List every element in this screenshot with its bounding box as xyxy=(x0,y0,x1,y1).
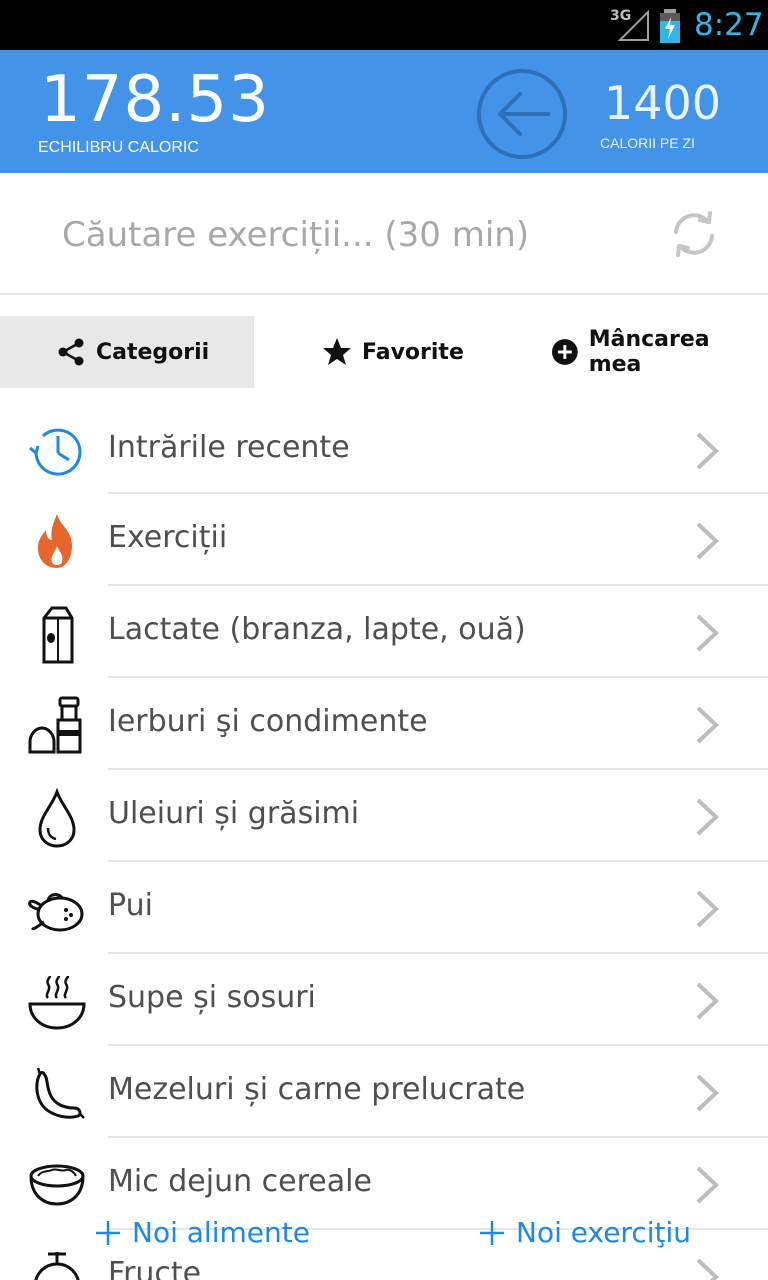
sausage-icon xyxy=(35,1067,85,1119)
bottom-actions: Noi alimente Noi exerciţiu xyxy=(0,1212,768,1262)
arrow-left-circle-icon[interactable] xyxy=(476,68,568,160)
oil-drop-icon xyxy=(38,788,76,848)
list-item-label: Supe și sosuri xyxy=(108,980,316,1015)
calorie-balance-value: 178.53 xyxy=(40,63,270,137)
calorie-balance-label: ECHILIBRU CALORIC xyxy=(38,139,199,156)
tab-favorites-label: Favorite xyxy=(362,339,464,365)
chevron-right-icon xyxy=(696,432,719,470)
add-food-button[interactable]: Noi alimente xyxy=(94,1216,310,1249)
salt-pepper-icon xyxy=(28,696,82,754)
list-item[interactable]: Mezeluri și carne prelucrate xyxy=(0,1046,768,1138)
list-item-label: Uleiuri și grăsimi xyxy=(108,796,360,831)
list-item-label: Mezeluri și carne prelucrate xyxy=(108,1072,526,1107)
chevron-right-icon xyxy=(696,1166,719,1204)
clock: 8:27 xyxy=(694,7,764,43)
list-item[interactable]: Lactate (branza, lapte, ouă) xyxy=(0,586,768,678)
chevron-right-icon xyxy=(696,614,719,652)
plus-circle-icon xyxy=(551,339,578,365)
list-item[interactable]: Supe și sosuri xyxy=(0,954,768,1046)
category-list: Intrările recente Exerciții Lactate (bra… xyxy=(0,404,768,1280)
status-bar: 3G 8:27 xyxy=(0,0,768,50)
search-bar xyxy=(0,174,768,295)
daily-calories-value: 1400 xyxy=(604,76,722,130)
add-food-label: Noi alimente xyxy=(132,1216,310,1249)
share-icon xyxy=(58,338,84,366)
plus-icon xyxy=(96,1220,120,1245)
cereal-bowl-icon xyxy=(29,1164,85,1206)
calorie-header: 178.53 ECHILIBRU CALORIC 1400 CALORII PE… xyxy=(0,50,768,173)
flame-icon xyxy=(38,514,72,568)
history-clock-icon xyxy=(29,428,82,476)
list-item-label: Mic dejun cereale xyxy=(108,1164,372,1199)
list-item[interactable]: Uleiuri și grăsimi xyxy=(0,770,768,862)
add-exercise-button[interactable]: Noi exerciţiu xyxy=(478,1216,691,1249)
chevron-right-icon xyxy=(696,706,719,744)
battery-charging-icon xyxy=(660,9,680,43)
list-item[interactable]: Ierburi şi condimente xyxy=(0,678,768,770)
milk-carton-icon xyxy=(42,606,74,664)
list-item-label: Intrările recente xyxy=(108,430,350,465)
signal-icon xyxy=(618,10,649,41)
chevron-right-icon xyxy=(696,1074,719,1112)
chevron-right-icon xyxy=(696,522,719,560)
tab-categories-label: Categorii xyxy=(96,339,210,365)
add-exercise-label: Noi exerciţiu xyxy=(516,1216,691,1249)
refresh-icon[interactable] xyxy=(668,208,720,260)
tab-favorites[interactable]: Favorite xyxy=(322,316,464,388)
tab-categories[interactable]: Categorii xyxy=(0,316,254,388)
chevron-right-icon xyxy=(696,798,719,836)
star-icon xyxy=(323,338,351,365)
list-item-label: Exerciții xyxy=(108,520,228,555)
soup-bowl-icon xyxy=(28,975,86,1030)
search-input[interactable] xyxy=(62,210,642,260)
plus-icon xyxy=(480,1220,504,1245)
list-item[interactable]: Exerciții xyxy=(0,494,768,586)
list-item[interactable]: Pui xyxy=(0,862,768,954)
list-item-label: Ierburi şi condimente xyxy=(108,704,428,739)
list-item-label: Pui xyxy=(108,888,153,923)
chicken-icon xyxy=(28,893,84,932)
list-item[interactable]: Intrările recente xyxy=(0,404,768,494)
list-item-label: Lactate (branza, lapte, ouă) xyxy=(108,612,526,647)
daily-calories-label: CALORII PE ZI xyxy=(600,135,695,151)
chevron-right-icon xyxy=(696,890,719,928)
tab-my-food-label: Mâncarea mea xyxy=(588,327,710,377)
category-tabs: Categorii Favorite Mâncarea mea xyxy=(0,316,768,388)
tab-my-food[interactable]: Mâncarea mea xyxy=(551,316,768,388)
chevron-right-icon xyxy=(696,982,719,1020)
